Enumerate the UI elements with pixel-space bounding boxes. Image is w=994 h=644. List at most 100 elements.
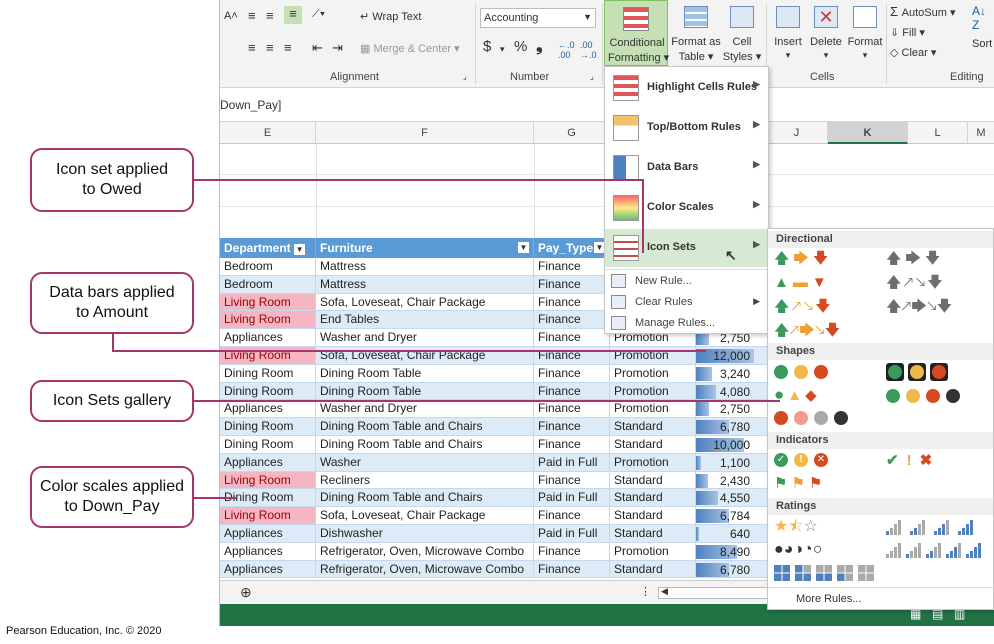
cell-pay-type[interactable]: Paid in Full: [534, 453, 610, 471]
icon-set-3-arrows-gray[interactable]: 🡅 🡆 🡇: [886, 251, 940, 267]
table-row[interactable]: Appliances Dishwasher Paid in Full Standard…: [220, 525, 820, 543]
icon-set-5-arrows-gray[interactable]: 🡅🡕🡆🡖🡇: [886, 299, 952, 315]
cell-amount[interactable]: 4,550: [696, 491, 754, 506]
autosum-button[interactable]: Σ AutoSum ▾: [890, 4, 955, 19]
font-size-up-icon[interactable]: A˄: [224, 10, 238, 22]
cell-pay-type[interactable]: Paid in Full: [534, 489, 610, 507]
cell-pay-type[interactable]: Finance: [534, 275, 610, 293]
cell-type[interactable]: Standard: [610, 525, 696, 542]
icon-set-5-ratings[interactable]: [886, 542, 990, 558]
cell-furniture[interactable]: Recliners: [316, 471, 534, 489]
icon-set-3-signs[interactable]: ● ▲ ◆: [774, 386, 817, 404]
icon-set-4-traffic-lights[interactable]: [886, 389, 972, 405]
cell-pay-type[interactable]: Finance: [534, 507, 610, 524]
cell-pay-type[interactable]: Finance: [534, 258, 610, 275]
cell-type[interactable]: Promotion: [610, 364, 696, 382]
cell-pay-type[interactable]: Finance: [534, 329, 610, 346]
cell-department[interactable]: Bedroom: [220, 258, 316, 275]
cell-pay-type[interactable]: Finance: [534, 382, 610, 400]
cell-type[interactable]: Promotion: [610, 400, 696, 418]
cell-pay-type[interactable]: Finance: [534, 471, 610, 489]
cell-amount[interactable]: 2,430: [696, 473, 754, 488]
table-row[interactable]: Dining Room Dining Room Table Finance Promo…: [220, 382, 820, 401]
cell-department[interactable]: Living Room: [220, 507, 316, 524]
clear-button[interactable]: ◇ Clear ▾: [890, 46, 936, 59]
cell-department[interactable]: Living Room: [220, 471, 316, 489]
header-department[interactable]: Department ▼: [220, 238, 316, 258]
icon-set-5-quarters[interactable]: ●◕◑◔○: [774, 542, 822, 558]
cell-furniture[interactable]: Sofa, Loveseat, Chair Package: [316, 507, 534, 524]
number-launcher-icon[interactable]: ⌟: [590, 72, 594, 81]
cell-furniture[interactable]: Washer: [316, 453, 534, 471]
icon-set-3-symbols[interactable]: ✔! ✖: [886, 453, 932, 469]
filter-dropdown-icon[interactable]: ▼: [518, 242, 529, 253]
column-header-l[interactable]: L: [908, 122, 968, 144]
chevron-down-icon[interactable]: ▾: [500, 44, 505, 55]
table-row[interactable]: Dining Room Dining Room Table and Chairs F…: [220, 418, 820, 436]
cell-type[interactable]: Promotion: [610, 382, 696, 400]
cell-department[interactable]: Appliances: [220, 560, 316, 578]
cell-amount[interactable]: 2,750: [696, 402, 754, 417]
header-furniture[interactable]: Furniture ▼: [316, 238, 534, 258]
cell-furniture[interactable]: Washer and Dryer: [316, 329, 534, 346]
menu-item-clear-rules[interactable]: Clear Rules ▶: [605, 292, 768, 313]
accounting-format-button[interactable]: $: [483, 38, 491, 55]
cell-furniture[interactable]: Dining Room Table and Chairs: [316, 436, 534, 453]
table-row[interactable]: Dining Room Dining Room Table and Chairs P…: [220, 489, 820, 508]
header-pay-type[interactable]: Pay_Type ▼: [534, 238, 610, 258]
table-row[interactable]: Dining Room Dining Room Table Finance Promo…: [220, 364, 820, 383]
cell-furniture[interactable]: End Tables: [316, 311, 534, 329]
cell-type[interactable]: Standard: [610, 507, 696, 524]
increase-indent-icon[interactable]: ⇥: [332, 40, 343, 56]
column-header-j[interactable]: J: [766, 122, 828, 144]
cell-furniture[interactable]: Dining Room Table: [316, 364, 534, 382]
table-row[interactable]: Dining Room Dining Room Table and Chairs F…: [220, 436, 820, 454]
cell-pay-type[interactable]: Finance: [534, 400, 610, 418]
menu-item-top-bottom-rules[interactable]: Top/Bottom Rules ▶: [605, 109, 768, 147]
cell-department[interactable]: Dining Room: [220, 364, 316, 382]
cell-department[interactable]: Living Room: [220, 293, 316, 311]
align-middle-icon[interactable]: ≡: [266, 8, 274, 23]
format-as-table-button[interactable]: Format as Table ▾: [670, 0, 722, 66]
cell-department[interactable]: Living Room: [220, 311, 316, 329]
cell-pay-type[interactable]: Paid in Full: [534, 525, 610, 542]
decrease-decimal-icon[interactable]: .00 →.0: [580, 40, 597, 60]
menu-item-icon-sets[interactable]: Icon Sets ▶ ↖: [605, 229, 768, 267]
format-button[interactable]: Format ▾: [844, 0, 886, 66]
cell-department[interactable]: Appliances: [220, 400, 316, 418]
cell-pay-type[interactable]: Finance: [534, 560, 610, 578]
cell-department[interactable]: Appliances: [220, 525, 316, 542]
alignment-launcher-icon[interactable]: ⌟: [463, 72, 467, 81]
cell-amount[interactable]: 6,780: [696, 420, 754, 435]
align-left-icon[interactable]: ≡: [248, 40, 256, 55]
icon-set-4-ratings[interactable]: [886, 519, 990, 535]
decrease-indent-icon[interactable]: ⇤: [312, 40, 323, 56]
icon-set-3-stars[interactable]: ★⯪☆: [774, 519, 818, 535]
align-center-icon[interactable]: ≡: [266, 40, 274, 55]
cell-type[interactable]: Standard: [610, 489, 696, 507]
cell-department[interactable]: Dining Room: [220, 418, 316, 435]
cell-pay-type[interactable]: Finance: [534, 418, 610, 435]
icon-set-5-boxes[interactable]: [774, 565, 878, 583]
icon-set-3-triangles[interactable]: ▲ ▬ ▼: [774, 275, 827, 291]
cell-type[interactable]: Standard: [610, 436, 696, 453]
align-right-icon[interactable]: ≡: [284, 40, 292, 55]
filter-dropdown-icon[interactable]: ▼: [294, 244, 306, 255]
cell-amount[interactable]: 6,780: [696, 562, 754, 577]
fill-button[interactable]: ⇓ Fill ▾: [890, 26, 925, 39]
icon-set-3-traffic-lights-rimmed[interactable]: [886, 363, 950, 381]
icon-set-3-symbols-circled[interactable]: ✓ ! ✕: [774, 453, 836, 469]
insert-button[interactable]: Insert ▾: [768, 0, 808, 66]
table-row[interactable]: Appliances Washer Paid in Full Promotion 1,1…: [220, 453, 820, 472]
cell-furniture[interactable]: Refrigerator, Oven, Microwave Combo: [316, 542, 534, 560]
cell-department[interactable]: Appliances: [220, 329, 316, 346]
cell-furniture[interactable]: Dining Room Table: [316, 382, 534, 400]
cell-pay-type[interactable]: Finance: [534, 436, 610, 453]
delete-button[interactable]: ✕ Delete ▾: [806, 0, 846, 66]
number-format-select[interactable]: Accounting ▼: [480, 8, 596, 28]
percent-style-button[interactable]: %: [514, 38, 527, 55]
cell-amount[interactable]: 6,784: [696, 509, 754, 524]
cell-furniture[interactable]: Sofa, Loveseat, Chair Package: [316, 293, 534, 311]
icon-set-5-arrows-colored[interactable]: 🡅🡕🡆🡖🡇: [774, 323, 840, 339]
table-row[interactable]: Appliances Refrigerator, Oven, Microwave …: [220, 542, 820, 561]
